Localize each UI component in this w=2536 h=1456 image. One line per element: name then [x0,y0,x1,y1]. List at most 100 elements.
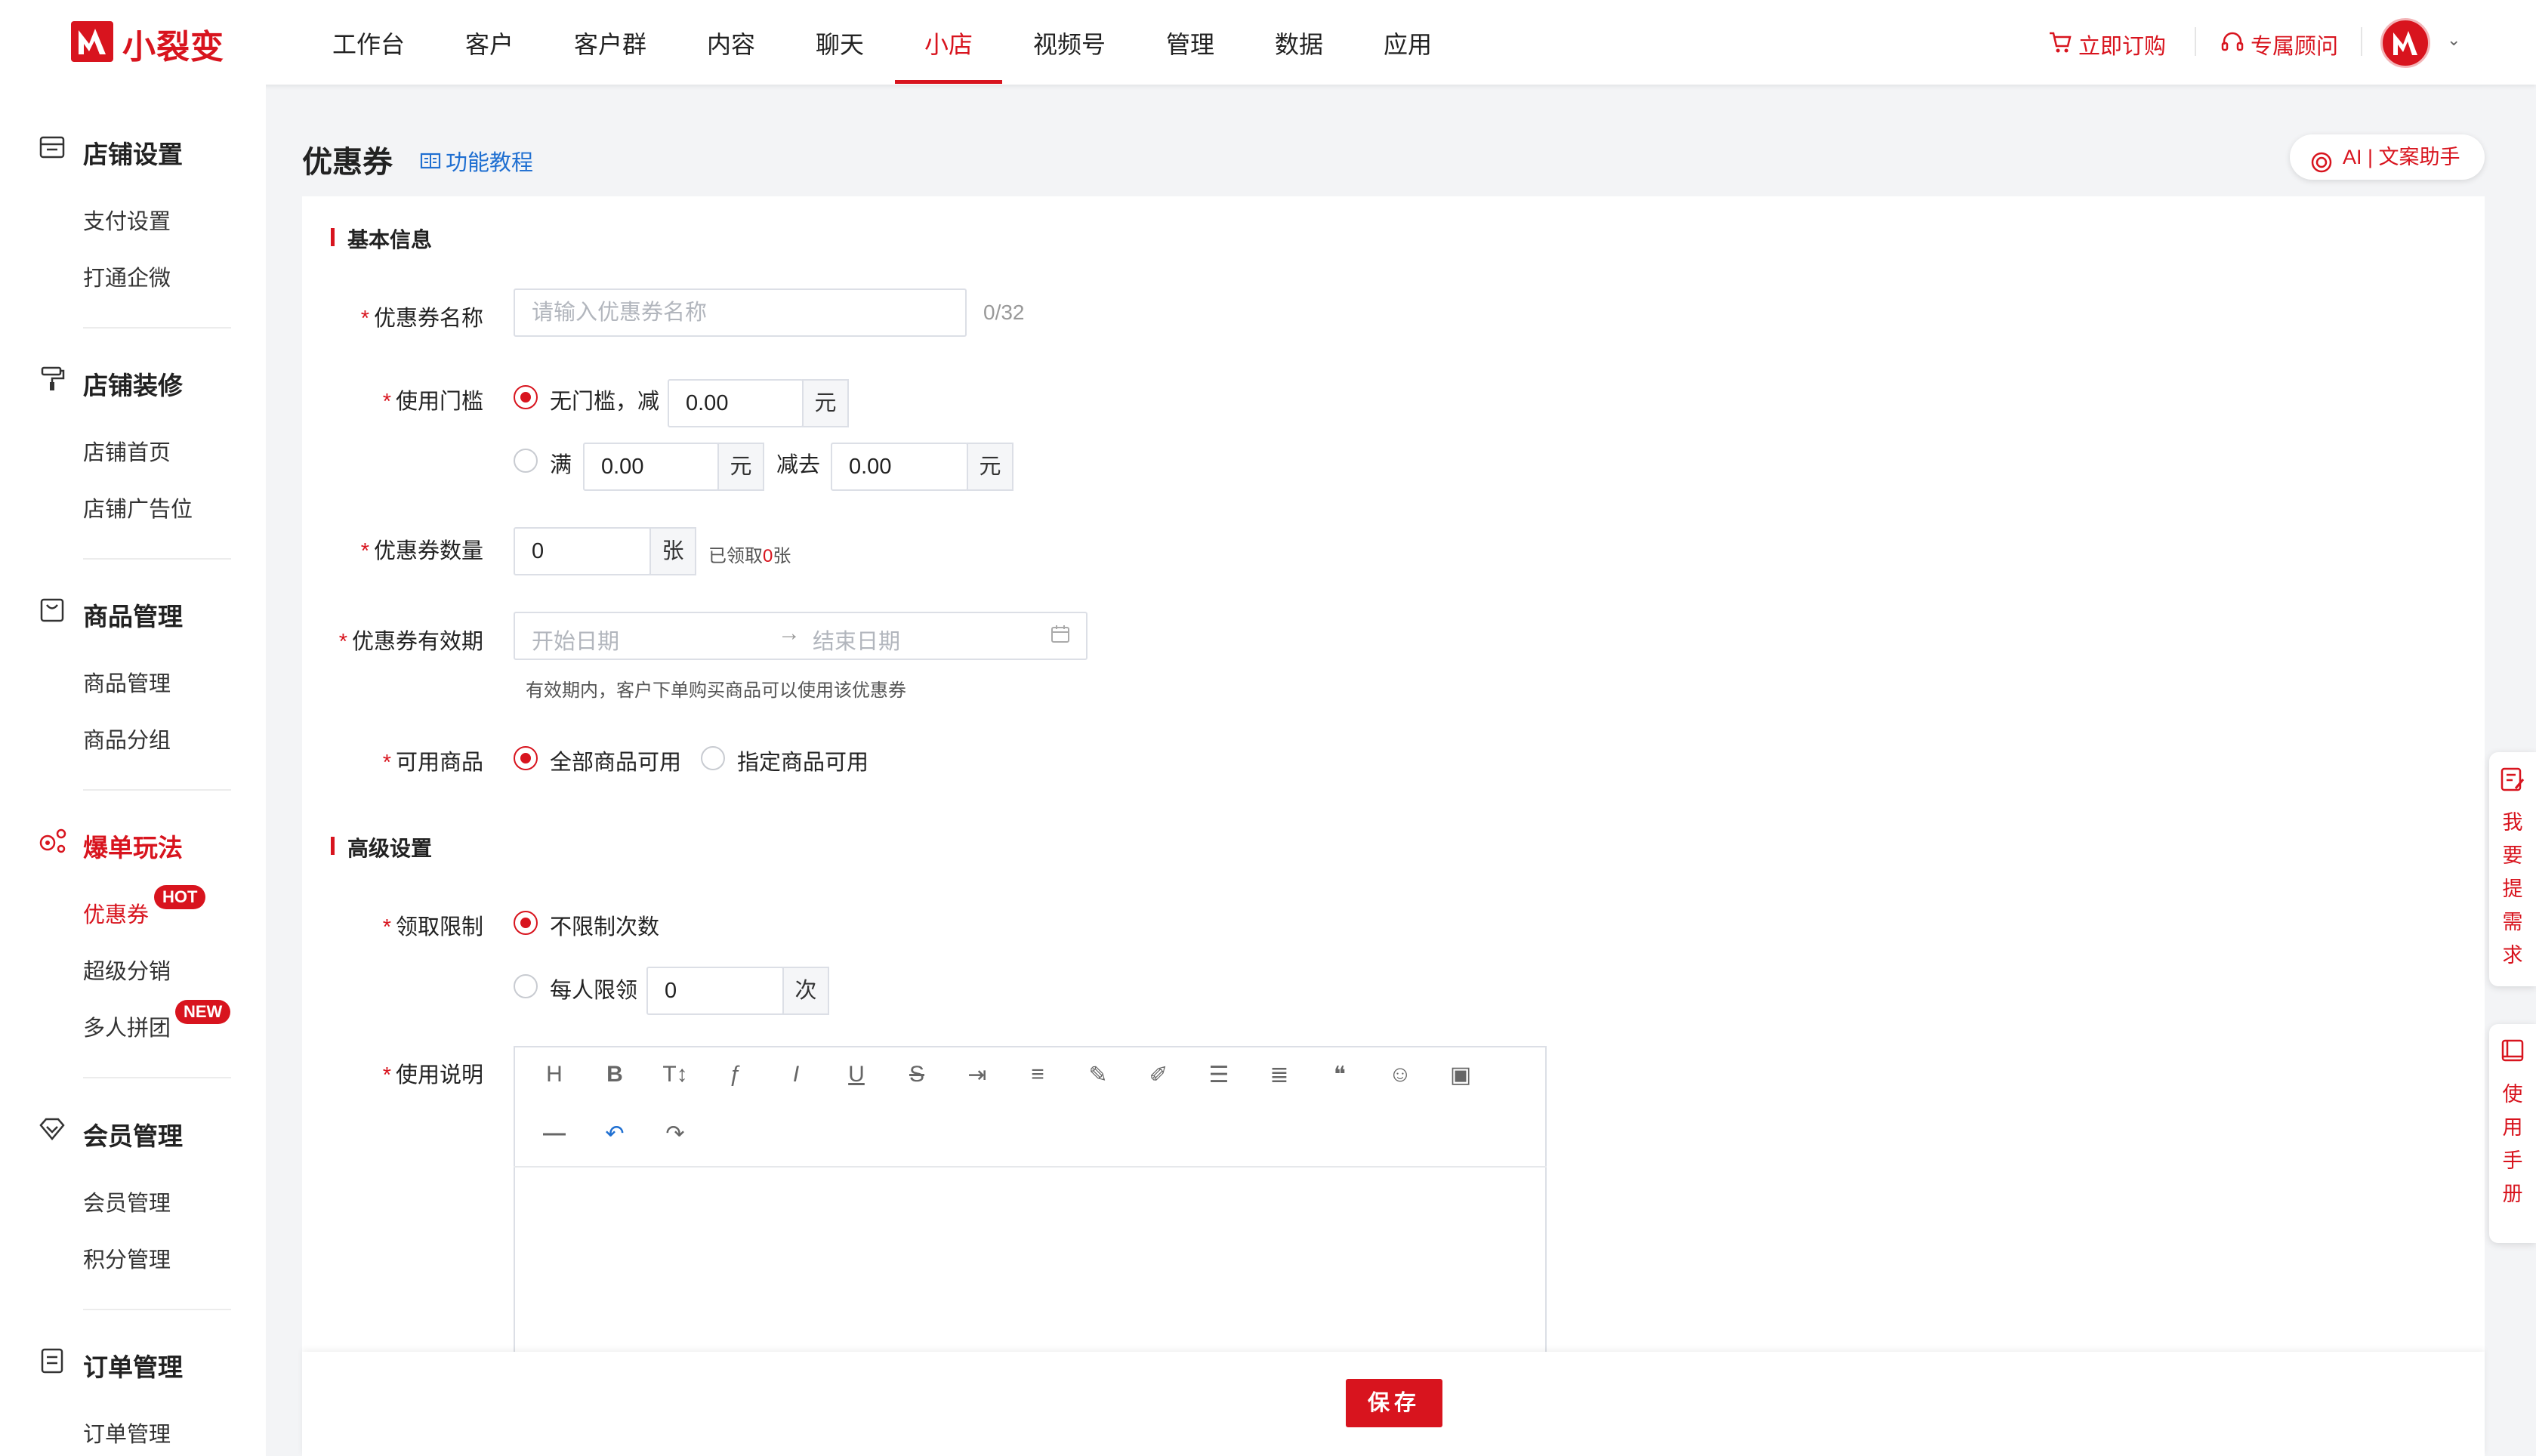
nav-active-indicator [895,80,1002,84]
chevron-down-icon[interactable]: ⌄ [2447,30,2460,50]
font-size-icon[interactable]: T↕ [660,1062,690,1087]
background-color-icon[interactable]: ✐ [1143,1062,1174,1088]
order-icon [38,1347,66,1376]
quantity-input[interactable]: 0 [514,527,651,575]
goods-specified-radio[interactable] [701,746,725,770]
nav-item-customers[interactable]: 客户 [465,26,514,60]
request-feature-float[interactable]: 我要提需求 [2489,752,2536,986]
sidebar-item-product-groups[interactable]: 商品分组 [83,723,171,754]
section-marker [331,837,335,855]
font-family-icon[interactable]: ƒ [720,1062,751,1087]
request-feature-label: 我要提需求 [2502,811,2523,967]
reduce-amount-input[interactable]: 0.00 [831,443,968,491]
nav-item-manage[interactable]: 管理 [1166,26,1214,60]
divider-icon[interactable]: — [539,1121,569,1146]
sidebar-item-payment-settings[interactable]: 支付设置 [83,204,171,236]
claim-limit-label: * 领取限制 [382,915,483,939]
quote-icon[interactable]: ❝ [1325,1062,1355,1088]
rich-text-editor[interactable] [514,1046,1547,1363]
image-icon[interactable]: ▣ [1445,1062,1476,1088]
sidebar-divider [83,327,231,329]
consultant-button[interactable]: 专属顾问 [2220,29,2338,60]
threshold-label: * 使用门槛 [382,390,483,414]
user-manual-float[interactable]: 使用手册 [2489,1024,2536,1243]
coupon-name-input[interactable]: 请输入优惠券名称 [514,288,967,337]
ai-copy-assistant-button[interactable]: AI | 文案助手 [2290,134,2485,180]
sidebar-item-orders[interactable]: 订单管理 [83,1417,171,1448]
header-divider [2195,27,2196,56]
list-icon[interactable]: ☰ [1204,1062,1234,1088]
line-height-icon[interactable]: ≡ [1023,1062,1053,1087]
arrow-right-icon: → [778,621,801,646]
book-icon [420,151,441,176]
emoji-icon[interactable]: ☺ [1385,1062,1415,1087]
claimed-count-text: 已领取0张 [708,546,791,566]
redo-icon[interactable]: ↷ [660,1121,690,1147]
strikethrough-icon[interactable]: S [902,1062,932,1087]
no-limit-radio[interactable] [514,911,538,935]
nav-item-shop[interactable]: 小店 [924,26,973,60]
cart-icon [2048,31,2072,60]
bold-icon[interactable]: B [600,1062,630,1087]
sidebar-item-store-home[interactable]: 店铺首页 [83,435,171,467]
nav-item-workbench[interactable]: 工作台 [332,26,405,60]
threshold-no-limit-label: 无门槛，减 [550,390,660,414]
validity-label: * 优惠券有效期 [338,630,483,654]
sidebar-item-members[interactable]: 会员管理 [83,1186,171,1217]
sidebar-item-products[interactable]: 商品管理 [83,666,171,698]
no-limit-discount-input[interactable]: 0.00 [668,379,804,427]
heading-icon[interactable]: H [539,1062,569,1087]
sidebar-item-store-ads[interactable]: 店铺广告位 [83,492,193,523]
goods-all-radio[interactable] [514,746,538,770]
sidebar-divider [83,558,231,560]
threshold-no-limit-radio[interactable] [514,385,538,409]
tutorial-link[interactable]: 功能教程 [420,145,533,177]
save-button[interactable]: 保存 [1346,1379,1442,1427]
sidebar-item-group-buy[interactable]: 多人拼团 [83,1010,171,1042]
sidebar-item-points[interactable]: 积分管理 [83,1242,171,1274]
nav-item-data[interactable]: 数据 [1275,26,1323,60]
sidebar-section-store-decoration[interactable]: 店铺装修 [83,366,183,402]
tutorial-label: 功能教程 [446,151,534,175]
threshold-full-reduce-radio[interactable] [514,449,538,473]
unit-yuan: 元 [802,379,849,427]
start-date-placeholder[interactable]: 开始日期 [532,624,619,656]
end-date-placeholder[interactable]: 结束日期 [813,624,900,656]
threshold-full-label: 满 [550,453,572,477]
nav-item-channels[interactable]: 视频号 [1033,26,1106,60]
validity-hint: 有效期内，客户下单购买商品可以使用该优惠券 [526,680,906,701]
sidebar-section-order-management[interactable]: 订单管理 [83,1347,183,1384]
nav-item-chat[interactable]: 聊天 [816,26,864,60]
reduce-label: 减去 [776,453,821,477]
logo-text[interactable]: 小裂变 [122,20,224,68]
per-person-limit-input[interactable]: 0 [646,967,784,1015]
order-now-button[interactable]: 立即订购 [2048,29,2166,60]
font-color-icon[interactable]: ✎ [1083,1062,1113,1088]
quantity-label: * 优惠券数量 [360,539,483,563]
section-title-basic: 基本信息 [347,228,433,251]
nav-item-content[interactable]: 内容 [707,26,755,60]
coupon-name-label: * 优惠券名称 [360,307,483,331]
per-person-limit-label: 每人限领 [550,979,638,1003]
underline-icon[interactable]: U [841,1062,872,1087]
undo-icon[interactable]: ↶ [600,1121,630,1147]
logo-icon[interactable] [71,21,113,62]
align-icon[interactable]: ≣ [1264,1062,1294,1088]
indent-icon[interactable]: ⇥ [962,1062,992,1088]
goods-all-label: 全部商品可用 [550,751,682,775]
per-person-limit-radio[interactable] [514,974,538,998]
sidebar-section-member-management[interactable]: 会员管理 [83,1116,183,1152]
header-divider [2361,27,2362,56]
date-range-picker[interactable]: 开始日期 → 结束日期 [514,612,1088,660]
sidebar-item-super-distribution[interactable]: 超级分销 [83,954,171,986]
sidebar-item-wecom[interactable]: 打通企微 [83,261,171,292]
sidebar-section-promotions[interactable]: 爆单玩法 [83,828,183,864]
italic-icon[interactable]: I [781,1062,811,1087]
sidebar-section-product-management[interactable]: 商品管理 [83,597,183,633]
sidebar-item-coupons[interactable]: 优惠券 [83,897,149,929]
sidebar-section-store-settings[interactable]: 店铺设置 [83,134,183,171]
user-avatar[interactable] [2380,18,2430,68]
full-amount-input[interactable]: 0.00 [583,443,719,491]
nav-item-customer-groups[interactable]: 客户群 [574,26,646,60]
nav-item-apps[interactable]: 应用 [1384,26,1432,60]
